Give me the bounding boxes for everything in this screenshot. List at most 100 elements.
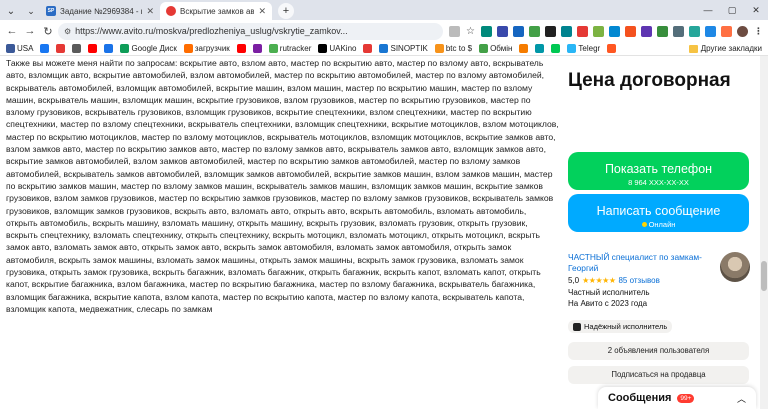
bookmark-label: rutracker [279,44,312,53]
maximize-icon[interactable]: ▢ [720,5,744,16]
star-icon[interactable]: ☆ [465,26,476,37]
bookmark-item[interactable]: Обмін [479,44,512,53]
bookmark-item[interactable]: USA [6,44,33,53]
bookmark-favicon-icon [551,44,561,53]
back-icon[interactable]: ← [4,23,20,39]
profile-icon[interactable] [737,25,748,37]
bookmark-label: загрузчик [194,44,230,53]
forward-icon[interactable]: → [22,23,38,39]
window-controls: — ▢ ✕ [696,0,768,20]
online-dot-icon [641,222,647,228]
chevron-up-icon[interactable]: ︿ [737,392,746,405]
bookmark-item[interactable]: btc to $ [434,44,473,53]
other-bookmarks[interactable]: Другие закладки [688,44,768,53]
user-ads-button[interactable]: 2 объявления пользователя [568,341,749,360]
ext-icon[interactable] [577,25,588,37]
ext-icon[interactable] [689,25,700,37]
tab-strip: ⌄ ⌄ SP Задание №2969384 - про ✕ Вскрытие… [0,0,768,20]
bookmark-item[interactable]: загрузчик [183,44,230,53]
bookmark-label: UAKino [329,44,357,53]
rating-value: 5,0 [568,276,580,285]
bookmark-label: USA [17,44,34,53]
close-window-icon[interactable]: ✕ [744,5,768,16]
bookmark-item[interactable]: SINOPTIK [379,44,428,53]
show-phone-label: Показать телефон [604,161,713,176]
reliable-badge: Надёжный исполнитель [568,320,673,333]
seller-card: ЧАСТНЫЙ специалист по замкам-Георгий 5,0… [568,252,754,312]
bookmark-item[interactable] [519,44,529,53]
share-icon[interactable] [449,25,460,37]
bookmark-favicon-icon [268,44,278,53]
ext-icon[interactable] [513,25,524,37]
new-tab-button[interactable]: + [278,3,294,19]
reload-icon[interactable]: ↻ [40,23,56,39]
bookmark-favicon-icon [434,44,444,53]
bookmark-favicon-icon [318,44,328,53]
bookmark-item[interactable]: UAKino [318,44,356,53]
bookmark-item[interactable] [252,44,262,53]
minimize-icon[interactable]: — [696,5,720,15]
tab-search-icon[interactable]: ⌄ [0,2,22,20]
ext-icon[interactable] [497,25,508,37]
bookmark-item[interactable] [72,44,82,53]
bookmark-favicon-icon [56,44,66,53]
bookmark-item[interactable] [40,44,50,53]
site-info-icon[interactable]: ⚙ [64,27,71,36]
bookmark-item[interactable] [535,44,545,53]
bookmark-item[interactable] [607,44,617,53]
seller-since: На Авито с 2023 года [568,299,648,308]
ext-icon[interactable] [641,25,652,37]
write-message-button[interactable]: Написать сообщение Онлайн [568,194,749,232]
bookmark-favicon-icon [479,44,489,53]
bookmarks-bar: USA Google Диск загрузчик rutracker UAKino SI… [0,42,768,56]
bookmark-item[interactable] [236,44,246,53]
ext-icon[interactable] [673,25,684,37]
tab-favicon-avito [166,6,176,16]
ext-icon[interactable] [609,25,620,37]
service-description: Также вы можете меня найти по запросам: … [6,58,559,314]
show-phone-button[interactable]: Показать телефон 8 964 XXX-XX-XX [568,152,749,190]
bookmark-favicon-icon [104,44,114,53]
tab-title: Задание №2969384 - про [60,6,142,16]
bookmark-label: Telegr [578,44,601,53]
bookmark-favicon-icon [252,44,262,53]
tab-close-icon[interactable]: ✕ [146,6,154,17]
badge-label: Надёжный исполнитель [584,322,668,331]
reviews-link[interactable]: 85 отзывов [618,276,659,285]
bookmark-item[interactable]: Telegr [567,44,600,53]
tab-task[interactable]: SP Задание №2969384 - про ✕ [40,2,160,20]
ext-icon[interactable] [705,25,716,37]
bookmark-item[interactable]: Google Диск [120,44,177,53]
subscribe-button[interactable]: Подписаться на продавца [568,365,749,384]
ext-icon[interactable] [529,25,540,37]
seller-name-link[interactable]: ЧАСТНЫЙ специалист по замкам-Георгий [568,252,708,274]
ext-icon[interactable] [625,25,636,37]
ext-icon[interactable] [593,25,604,37]
scrollbar-thumb[interactable] [761,261,767,291]
bookmark-item[interactable] [56,44,66,53]
bookmark-favicon-icon [535,44,545,53]
ext-icon[interactable] [481,25,492,37]
menu-icon[interactable]: ⋮ [753,26,764,37]
tab-avito[interactable]: Вскрытие замков авто ✕ [160,2,272,20]
sidebar: Цена договорная Показать телефон 8 964 X… [568,56,754,384]
tab-group-icon[interactable]: ⌄ [22,2,40,20]
bookmark-item[interactable] [88,44,98,53]
ext-icon[interactable] [545,25,556,37]
bookmark-label: btc to $ [445,44,473,53]
url-input[interactable]: ⚙ https://www.avito.ru/moskva/predlozhen… [58,22,443,40]
bookmark-label: Google Диск [131,44,177,53]
ext-icon[interactable] [657,25,668,37]
ext-icon[interactable] [561,25,572,37]
tab-close-icon[interactable]: ✕ [258,6,266,17]
bookmark-item[interactable]: rutracker [268,44,312,53]
url-text: https://www.avito.ru/moskva/predlozheniy… [75,26,348,36]
bookmark-item[interactable] [104,44,114,53]
page-scrollbar[interactable] [760,56,768,409]
ext-icon[interactable] [721,25,732,37]
bookmark-item[interactable] [363,44,373,53]
avatar[interactable] [720,252,750,282]
bookmark-item[interactable] [551,44,561,53]
rating-stars-icon: ★★★★★ [582,276,616,285]
messages-widget[interactable]: Сообщения 99+ ︿ [598,387,756,409]
